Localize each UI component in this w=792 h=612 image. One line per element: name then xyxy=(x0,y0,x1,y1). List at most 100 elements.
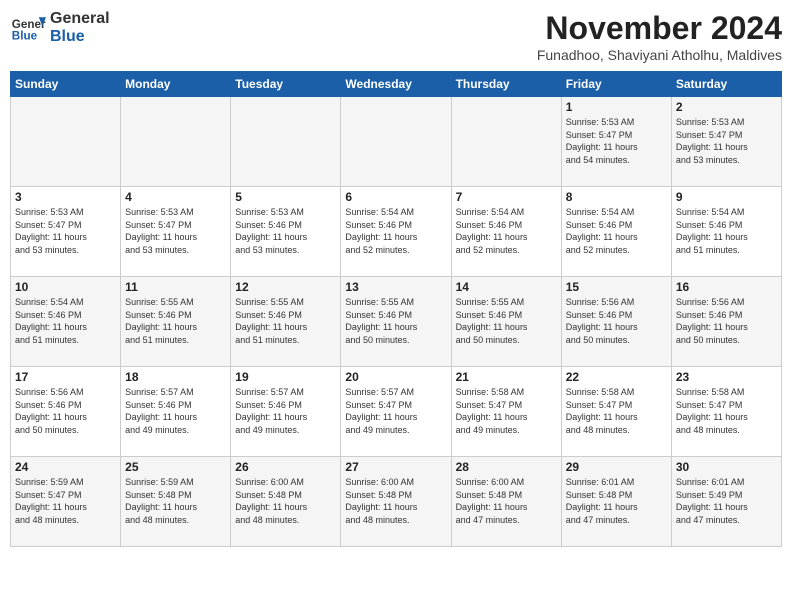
calendar-cell: 24Sunrise: 5:59 AMSunset: 5:47 PMDayligh… xyxy=(11,457,121,547)
day-number: 29 xyxy=(566,460,667,474)
calendar-cell: 26 Sunrise: 6:00 AMSunset: 5:48 PMDayligh… xyxy=(231,457,341,547)
day-number: 30 xyxy=(676,460,777,474)
calendar-cell xyxy=(231,97,341,187)
calendar-cell: 10 Sunrise: 5:54 AMSunset: 5:46 PMDayligh… xyxy=(11,277,121,367)
cell-info: Sunrise: 5:59 AMSunset: 5:48 PMDaylight:… xyxy=(125,476,226,526)
logo: General Blue General Blue xyxy=(10,10,110,46)
header-row: SundayMondayTuesdayWednesdayThursdayFrid… xyxy=(11,72,782,97)
day-number: 27 xyxy=(345,460,446,474)
day-number: 20 xyxy=(345,370,446,384)
calendar-cell: 9 Sunrise: 5:54 AMSunset: 5:46 PMDaylight… xyxy=(671,187,781,277)
day-number: 3 xyxy=(15,190,116,204)
calendar-cell xyxy=(11,97,121,187)
header-day-monday: Monday xyxy=(121,72,231,97)
day-number: 15 xyxy=(566,280,667,294)
cell-info: Sunrise: 5:54 AMSunset: 5:46 PMDaylight:… xyxy=(15,296,116,346)
cell-info: Sunrise: 5:53 AMSunset: 5:47 PMDaylight:… xyxy=(125,206,226,256)
cell-info: Sunrise: 5:56 AMSunset: 5:46 PMDaylight:… xyxy=(566,296,667,346)
day-number: 9 xyxy=(676,190,777,204)
header-day-saturday: Saturday xyxy=(671,72,781,97)
header-day-tuesday: Tuesday xyxy=(231,72,341,97)
calendar-cell: 29 Sunrise: 6:01 AMSunset: 5:48 PMDayligh… xyxy=(561,457,671,547)
cell-info: Sunrise: 5:53 AMSunset: 5:47 PMDaylight:… xyxy=(676,116,777,166)
calendar-table: SundayMondayTuesdayWednesdayThursdayFrid… xyxy=(10,71,782,547)
calendar-cell: 28Sunrise: 6:00 AMSunset: 5:48 PMDayligh… xyxy=(451,457,561,547)
cell-info: Sunrise: 5:54 AMSunset: 5:46 PMDaylight:… xyxy=(566,206,667,256)
calendar-cell: 22Sunrise: 5:58 AMSunset: 5:47 PMDayligh… xyxy=(561,367,671,457)
day-number: 8 xyxy=(566,190,667,204)
calendar-cell: 17Sunrise: 5:56 AMSunset: 5:46 PMDayligh… xyxy=(11,367,121,457)
calendar-cell: 7 Sunrise: 5:54 AMSunset: 5:46 PMDaylight… xyxy=(451,187,561,277)
cell-info: Sunrise: 5:53 AMSunset: 5:46 PMDaylight:… xyxy=(235,206,336,256)
calendar-cell: 3Sunrise: 5:53 AMSunset: 5:47 PMDaylight… xyxy=(11,187,121,277)
day-number: 2 xyxy=(676,100,777,114)
cell-info: Sunrise: 5:58 AMSunset: 5:47 PMDaylight:… xyxy=(676,386,777,436)
calendar-cell: 20 Sunrise: 5:57 AMSunset: 5:47 PMDayligh… xyxy=(341,367,451,457)
cell-info: Sunrise: 5:53 AMSunset: 5:47 PMDaylight:… xyxy=(566,116,667,166)
cell-info: Sunrise: 5:57 AMSunset: 5:46 PMDaylight:… xyxy=(125,386,226,436)
calendar-cell: 30 Sunrise: 6:01 AMSunset: 5:49 PMDayligh… xyxy=(671,457,781,547)
logo-general: General xyxy=(50,10,110,28)
header-day-wednesday: Wednesday xyxy=(341,72,451,97)
day-number: 25 xyxy=(125,460,226,474)
cell-info: Sunrise: 5:57 AMSunset: 5:47 PMDaylight:… xyxy=(345,386,446,436)
week-row-2: 3 Sunrise: 5:53 AMSunset: 5:47 PMDaylight… xyxy=(11,187,782,277)
week-row-1: 1 Sunrise: 5:53 AMSunset: 5:47 PMDaylight… xyxy=(11,97,782,187)
cell-info: Sunrise: 5:55 AMSunset: 5:46 PMDaylight:… xyxy=(456,296,557,346)
calendar-cell: 21 Sunrise: 5:58 AMSunset: 5:47 PMDayligh… xyxy=(451,367,561,457)
header-day-friday: Friday xyxy=(561,72,671,97)
day-number: 21 xyxy=(456,370,557,384)
calendar-cell: 18 Sunrise: 5:57 AMSunset: 5:46 PMDayligh… xyxy=(121,367,231,457)
logo-text: General Blue xyxy=(50,10,110,45)
page-header: General Blue General Blue November 2024 … xyxy=(10,10,782,63)
week-row-5: 24Sunrise: 5:59 AMSunset: 5:47 PMDayligh… xyxy=(11,457,782,547)
calendar-cell: 14 Sunrise: 5:55 AMSunset: 5:46 PMDayligh… xyxy=(451,277,561,367)
calendar-cell: 11Sunrise: 5:55 AMSunset: 5:46 PMDayligh… xyxy=(121,277,231,367)
calendar-cell: 1 Sunrise: 5:53 AMSunset: 5:47 PMDaylight… xyxy=(561,97,671,187)
calendar-cell xyxy=(121,97,231,187)
svg-text:Blue: Blue xyxy=(12,30,38,43)
calendar-cell: 19Sunrise: 5:57 AMSunset: 5:46 PMDayligh… xyxy=(231,367,341,457)
day-number: 6 xyxy=(345,190,446,204)
calendar-cell: 2 Sunrise: 5:53 AMSunset: 5:47 PMDaylight… xyxy=(671,97,781,187)
cell-info: Sunrise: 5:58 AMSunset: 5:47 PMDaylight:… xyxy=(456,386,557,436)
cell-info: Sunrise: 6:01 AMSunset: 5:49 PMDaylight:… xyxy=(676,476,777,526)
calendar-cell: 27Sunrise: 6:00 AMSunset: 5:48 PMDayligh… xyxy=(341,457,451,547)
calendar-cell xyxy=(451,97,561,187)
day-number: 22 xyxy=(566,370,667,384)
calendar-cell: 23 Sunrise: 5:58 AMSunset: 5:47 PMDayligh… xyxy=(671,367,781,457)
cell-info: Sunrise: 6:01 AMSunset: 5:48 PMDaylight:… xyxy=(566,476,667,526)
cell-info: Sunrise: 5:55 AMSunset: 5:46 PMDaylight:… xyxy=(345,296,446,346)
cell-info: Sunrise: 6:00 AMSunset: 5:48 PMDaylight:… xyxy=(235,476,336,526)
day-number: 10 xyxy=(15,280,116,294)
day-number: 23 xyxy=(676,370,777,384)
day-number: 7 xyxy=(456,190,557,204)
logo-icon: General Blue xyxy=(10,10,46,46)
day-number: 5 xyxy=(235,190,336,204)
day-number: 13 xyxy=(345,280,446,294)
calendar-cell: 15 Sunrise: 5:56 AMSunset: 5:46 PMDayligh… xyxy=(561,277,671,367)
day-number: 1 xyxy=(566,100,667,114)
day-number: 12 xyxy=(235,280,336,294)
month-title: November 2024 xyxy=(537,10,782,47)
calendar-cell: 5 Sunrise: 5:53 AMSunset: 5:46 PMDaylight… xyxy=(231,187,341,277)
cell-info: Sunrise: 5:55 AMSunset: 5:46 PMDaylight:… xyxy=(235,296,336,346)
cell-info: Sunrise: 5:54 AMSunset: 5:46 PMDaylight:… xyxy=(345,206,446,256)
cell-info: Sunrise: 5:54 AMSunset: 5:46 PMDaylight:… xyxy=(676,206,777,256)
cell-info: Sunrise: 5:55 AMSunset: 5:46 PMDaylight:… xyxy=(125,296,226,346)
calendar-cell: 13 Sunrise: 5:55 AMSunset: 5:46 PMDayligh… xyxy=(341,277,451,367)
calendar-cell: 4Sunrise: 5:53 AMSunset: 5:47 PMDaylight… xyxy=(121,187,231,277)
cell-info: Sunrise: 5:57 AMSunset: 5:46 PMDaylight:… xyxy=(235,386,336,436)
cell-info: Sunrise: 5:54 AMSunset: 5:46 PMDaylight:… xyxy=(456,206,557,256)
day-number: 26 xyxy=(235,460,336,474)
cell-info: Sunrise: 5:56 AMSunset: 5:46 PMDaylight:… xyxy=(15,386,116,436)
day-number: 28 xyxy=(456,460,557,474)
cell-info: Sunrise: 5:56 AMSunset: 5:46 PMDaylight:… xyxy=(676,296,777,346)
header-day-thursday: Thursday xyxy=(451,72,561,97)
week-row-3: 10 Sunrise: 5:54 AMSunset: 5:46 PMDayligh… xyxy=(11,277,782,367)
day-number: 18 xyxy=(125,370,226,384)
day-number: 24 xyxy=(15,460,116,474)
location: Funadhoo, Shaviyani Atholhu, Maldives xyxy=(537,47,782,63)
day-number: 14 xyxy=(456,280,557,294)
calendar-cell xyxy=(341,97,451,187)
